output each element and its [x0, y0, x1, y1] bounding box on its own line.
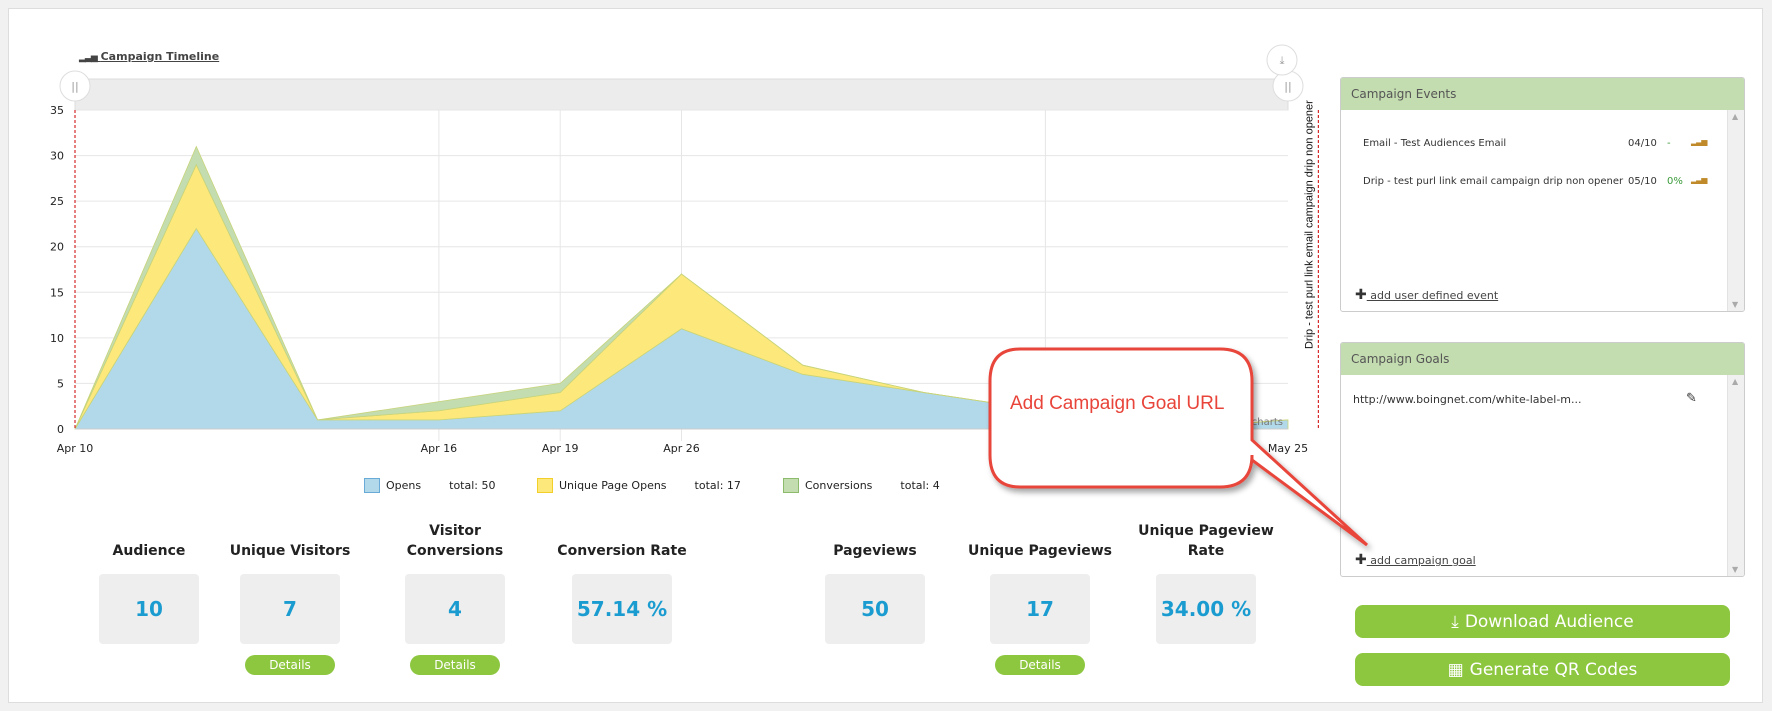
callout-shape: [988, 347, 1369, 547]
callout-text: Add Campaign Goal URL: [1010, 393, 1225, 414]
